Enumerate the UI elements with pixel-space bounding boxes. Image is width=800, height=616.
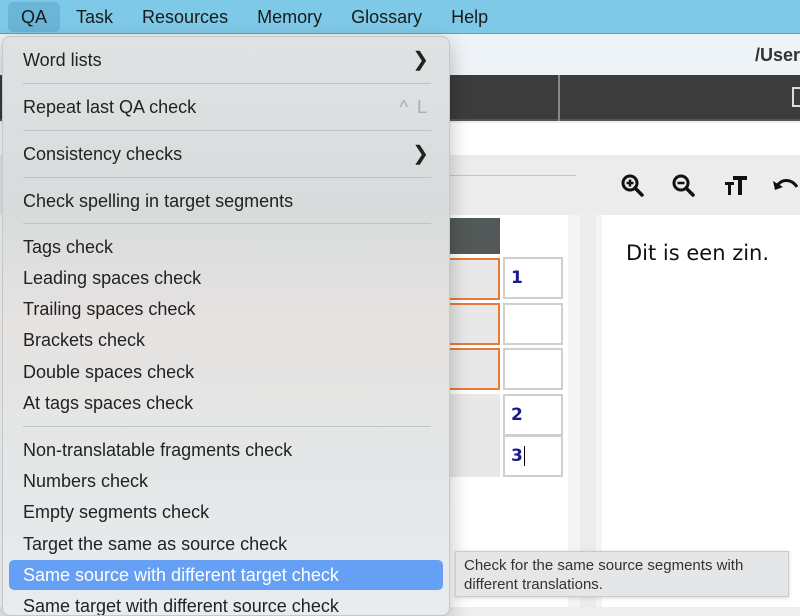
- segment-number: 1: [511, 268, 523, 288]
- segment-number-cell[interactable]: 2: [503, 394, 563, 436]
- menu-item-target-same-as-source-check[interactable]: Target the same as source check: [9, 529, 443, 559]
- menu-item-brackets-check[interactable]: Brackets check: [9, 325, 443, 355]
- zoom-in-icon[interactable]: [620, 173, 646, 199]
- segment-number-cell[interactable]: [503, 303, 563, 345]
- menu-bar: QA Task Resources Memory Glossary Help: [0, 0, 800, 34]
- menu-help[interactable]: Help: [438, 2, 501, 32]
- menu-separator: [23, 426, 431, 427]
- menu-item-label: Repeat last QA check: [23, 97, 197, 117]
- menu-task[interactable]: Task: [63, 2, 126, 32]
- menu-item-label: Consistency checks: [23, 144, 183, 164]
- menu-item-label: Word lists: [23, 50, 102, 70]
- chevron-right-icon: ❯: [412, 143, 429, 165]
- text-caret: [523, 446, 525, 466]
- chevron-right-icon: ❯: [412, 49, 429, 71]
- target-text[interactable]: Dit is een zin.: [626, 241, 769, 265]
- menu-item-at-tags-spaces-check[interactable]: At tags spaces check: [9, 388, 443, 418]
- menu-item-word-lists[interactable]: Word lists ❯: [9, 45, 443, 75]
- menu-item-numbers-check[interactable]: Numbers check: [9, 466, 443, 496]
- qa-dropdown-menu: Word lists ❯ Repeat last QA check ^ L Co…: [2, 36, 450, 616]
- target-pane[interactable]: Dit is een zin.: [602, 215, 800, 607]
- file-path: /User: [754, 45, 800, 65]
- font-size-icon[interactable]: [723, 173, 749, 199]
- pane-splitter[interactable]: [568, 215, 602, 607]
- segment-number-cell[interactable]: 1: [503, 257, 563, 299]
- menu-separator: [23, 223, 431, 224]
- menu-item-repeat-last-qa-check[interactable]: Repeat last QA check ^ L: [9, 92, 443, 122]
- keyboard-shortcut: ^ L: [399, 97, 429, 117]
- menu-item-same-target-different-source-check[interactable]: Same target with different source check: [9, 591, 443, 615]
- menu-glossary[interactable]: Glossary: [338, 2, 435, 32]
- menu-separator: [23, 130, 431, 131]
- undo-icon[interactable]: [772, 173, 798, 199]
- menu-memory[interactable]: Memory: [244, 2, 335, 32]
- menu-item-non-translatable-check[interactable]: Non-translatable fragments check: [9, 435, 443, 465]
- toolbar-rule: [440, 175, 576, 176]
- menu-item-tags-check[interactable]: Tags check: [9, 232, 443, 262]
- menu-item-empty-segments-check[interactable]: Empty segments check: [9, 497, 443, 527]
- segment-number-cell-active[interactable]: 3: [503, 435, 563, 477]
- menu-separator: [23, 177, 431, 178]
- segment-number: 2: [511, 405, 523, 425]
- zoom-out-icon[interactable]: [671, 173, 697, 199]
- menu-resources[interactable]: Resources: [129, 2, 241, 32]
- segment-number: 3: [511, 446, 523, 466]
- menu-item-same-source-different-target-check[interactable]: Same source with different target check: [9, 560, 443, 590]
- segment-number-cell[interactable]: [503, 348, 563, 390]
- grid-icon[interactable]: [792, 87, 800, 107]
- menu-item-double-spaces-check[interactable]: Double spaces check: [9, 357, 443, 387]
- menu-separator: [23, 83, 431, 84]
- menu-item-trailing-spaces-check[interactable]: Trailing spaces check: [9, 294, 443, 324]
- menu-item-consistency-checks[interactable]: Consistency checks ❯: [9, 139, 443, 169]
- tooltip: Check for the same source segments with …: [455, 551, 789, 597]
- panel-divider: [558, 75, 560, 121]
- splitter-handle[interactable]: [580, 215, 596, 607]
- menu-item-check-spelling[interactable]: Check spelling in target segments: [9, 186, 443, 216]
- menu-item-leading-spaces-check[interactable]: Leading spaces check: [9, 263, 443, 293]
- menu-qa[interactable]: QA: [8, 1, 61, 32]
